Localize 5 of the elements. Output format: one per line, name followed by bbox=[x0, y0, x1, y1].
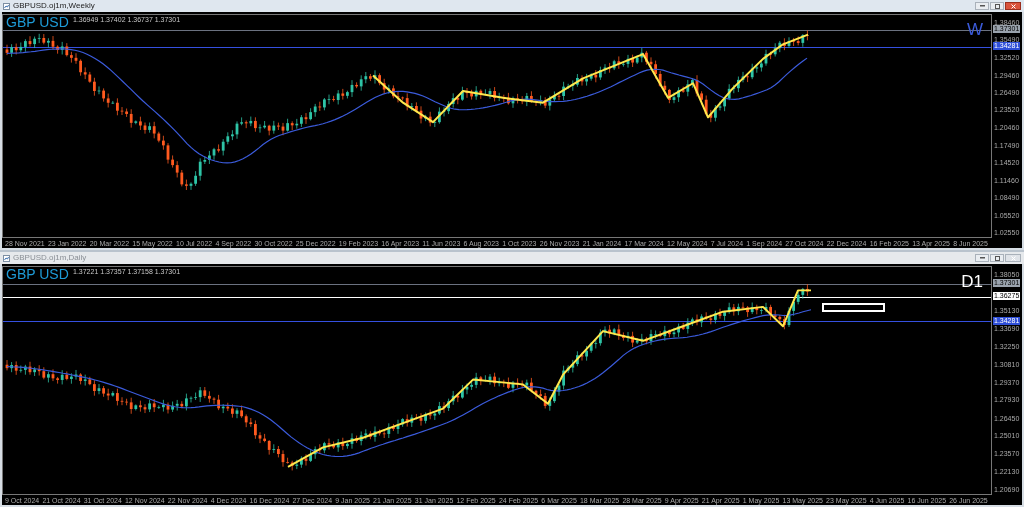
symbol-label: GBP USD bbox=[6, 15, 69, 29]
timeframe-label: D1 bbox=[961, 273, 983, 290]
window-title: GBPUSD.oj1m,Daily bbox=[13, 254, 87, 262]
symbol-label: GBP USD bbox=[6, 267, 69, 281]
window-title: GBPUSD.oj1m,Weekly bbox=[13, 2, 95, 10]
